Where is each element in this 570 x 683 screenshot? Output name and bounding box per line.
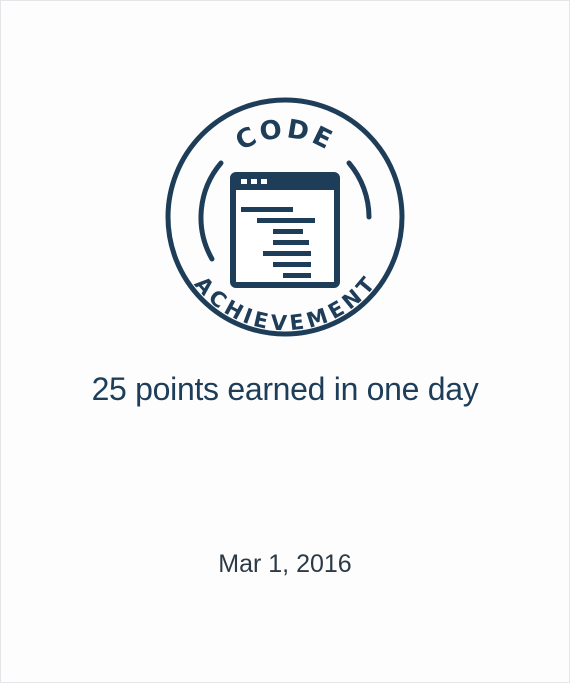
achievement-title: 25 points earned in one day bbox=[91, 371, 479, 407]
badge-top-text: CODE bbox=[231, 114, 339, 157]
badge-icon: CODE ACHIEVEMENT bbox=[165, 97, 405, 337]
badge-inner-arc-left bbox=[198, 160, 224, 262]
achievement-card: CODE ACHIEVEMENT 25 points earned in one… bbox=[0, 0, 570, 683]
achievement-date: Mar 1, 2016 bbox=[218, 550, 352, 578]
code-achievement-badge: CODE ACHIEVEMENT bbox=[165, 97, 405, 337]
code-window-icon bbox=[230, 172, 340, 288]
badge-inner-arc-right bbox=[346, 160, 372, 220]
